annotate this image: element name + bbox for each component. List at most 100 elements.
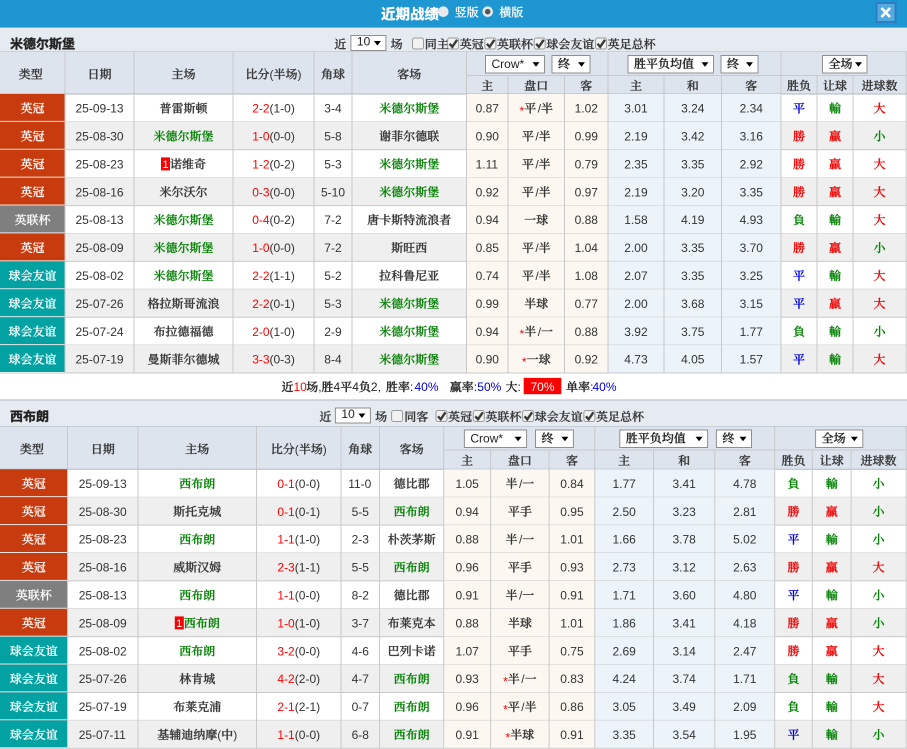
svg-text:(0-0): (0-0) [295, 477, 320, 491]
svg-text:1-1: 1-1 [277, 589, 295, 603]
svg-text:(0-0): (0-0) [295, 644, 320, 658]
svg-text:2.19: 2.19 [624, 130, 648, 144]
svg-text:4.93: 4.93 [740, 213, 764, 227]
svg-text:40%: 40% [415, 380, 439, 394]
svg-text:0.84: 0.84 [560, 477, 584, 491]
svg-text:(2-0): (2-0) [295, 672, 320, 686]
svg-text:3.16: 3.16 [740, 130, 764, 144]
svg-text:0.92: 0.92 [476, 185, 500, 199]
svg-text:5.02: 5.02 [733, 533, 757, 547]
svg-text:6-8: 6-8 [352, 728, 370, 742]
svg-text:5-10: 5-10 [321, 185, 345, 199]
svg-text:Crow*: Crow* [470, 432, 503, 446]
svg-text:25-07-11: 25-07-11 [79, 728, 126, 742]
svg-text:1-2: 1-2 [252, 157, 270, 171]
svg-text:3.68: 3.68 [681, 297, 705, 311]
svg-text:0.86: 0.86 [560, 700, 584, 714]
svg-text:2-3: 2-3 [352, 533, 370, 547]
svg-text:25-09-13: 25-09-13 [79, 477, 127, 491]
svg-text:3.60: 3.60 [673, 589, 697, 603]
svg-text:1.95: 1.95 [733, 728, 757, 742]
svg-text:2-9: 2-9 [324, 325, 342, 339]
svg-text:0.88: 0.88 [456, 616, 480, 630]
svg-text:1.77: 1.77 [613, 477, 637, 491]
svg-text:0.92: 0.92 [575, 353, 599, 367]
svg-text:2-1: 2-1 [277, 700, 295, 714]
svg-text:2.47: 2.47 [733, 644, 757, 658]
svg-text:): ) [298, 68, 302, 82]
svg-text:(0-0): (0-0) [270, 185, 295, 199]
svg-text:(0-3): (0-3) [270, 353, 295, 367]
svg-text:25-08-13: 25-08-13 [79, 589, 127, 603]
svg-text:0.75: 0.75 [560, 644, 584, 658]
svg-text:2.92: 2.92 [740, 157, 764, 171]
svg-text:25-08-13: 25-08-13 [76, 213, 124, 227]
svg-text:4.18: 4.18 [733, 616, 757, 630]
svg-text:5-8: 5-8 [324, 130, 342, 144]
svg-text:(1-0): (1-0) [270, 102, 295, 116]
svg-text:3.49: 3.49 [673, 700, 697, 714]
svg-text:3.15: 3.15 [740, 297, 764, 311]
svg-text:4.24: 4.24 [613, 672, 637, 686]
svg-text:2-2: 2-2 [252, 297, 270, 311]
svg-text:0.94: 0.94 [476, 325, 500, 339]
svg-text:4.19: 4.19 [681, 213, 705, 227]
svg-text:25-08-30: 25-08-30 [76, 130, 124, 144]
svg-text:0-1: 0-1 [277, 477, 295, 491]
svg-text:(1-0): (1-0) [295, 533, 320, 547]
svg-text:2.69: 2.69 [613, 644, 637, 658]
svg-text:(1-0): (1-0) [270, 325, 295, 339]
svg-text:(0-2): (0-2) [270, 157, 295, 171]
svg-text::: : [518, 380, 521, 394]
svg-text:3.78: 3.78 [673, 533, 697, 547]
svg-text:3.35: 3.35 [613, 728, 637, 742]
svg-text:3.74: 3.74 [673, 672, 697, 686]
svg-text:(: ( [217, 728, 221, 742]
svg-text:1.86: 1.86 [613, 616, 637, 630]
svg-text:): ) [233, 728, 237, 742]
svg-text:4.05: 4.05 [681, 353, 705, 367]
svg-text:0.83: 0.83 [560, 672, 584, 686]
svg-text:*: * [506, 730, 511, 744]
svg-text:*: * [503, 703, 508, 717]
svg-text:4.78: 4.78 [733, 477, 757, 491]
svg-text:25-08-23: 25-08-23 [76, 157, 124, 171]
svg-text:1.77: 1.77 [740, 325, 764, 339]
svg-text:2.00: 2.00 [624, 241, 648, 255]
svg-text:3.35: 3.35 [681, 269, 705, 283]
svg-text:1.05: 1.05 [456, 477, 480, 491]
svg-text:(0-0): (0-0) [270, 130, 295, 144]
svg-text:3.14: 3.14 [673, 644, 697, 658]
svg-text:3.92: 3.92 [624, 325, 648, 339]
svg-text:0.94: 0.94 [456, 505, 480, 519]
svg-text:2-2: 2-2 [252, 102, 270, 116]
svg-text:(2-1): (2-1) [295, 700, 320, 714]
svg-text:0.97: 0.97 [575, 185, 599, 199]
svg-text:70%: 70% [531, 380, 555, 394]
svg-text:25-08-16: 25-08-16 [79, 561, 127, 575]
svg-text:25-08-02: 25-08-02 [76, 269, 124, 283]
svg-text:(1-1): (1-1) [295, 561, 320, 575]
svg-text:5-3: 5-3 [324, 297, 342, 311]
svg-text:25-07-26: 25-07-26 [76, 297, 124, 311]
svg-text:1.02: 1.02 [575, 102, 599, 116]
svg-text:(0-1): (0-1) [295, 505, 320, 519]
svg-text:1.57: 1.57 [740, 353, 764, 367]
svg-text:1.08: 1.08 [575, 269, 599, 283]
svg-text:3.41: 3.41 [673, 616, 697, 630]
svg-text:4-2: 4-2 [277, 672, 295, 686]
svg-text:2.19: 2.19 [624, 185, 648, 199]
svg-text:3-4: 3-4 [324, 102, 342, 116]
svg-text:1-1: 1-1 [277, 728, 295, 742]
svg-text:0-1: 0-1 [277, 505, 295, 519]
svg-text:0.88: 0.88 [575, 213, 599, 227]
svg-text:*: * [520, 104, 525, 118]
svg-text:1-0: 1-0 [277, 616, 295, 630]
svg-text:*: * [520, 327, 525, 341]
svg-text:4-6: 4-6 [352, 644, 370, 658]
svg-text:11-0: 11-0 [348, 477, 371, 491]
svg-text:2.50: 2.50 [613, 505, 637, 519]
svg-text:0-4: 0-4 [252, 213, 270, 227]
svg-text:2.09: 2.09 [733, 700, 757, 714]
svg-text:*: * [503, 675, 508, 689]
